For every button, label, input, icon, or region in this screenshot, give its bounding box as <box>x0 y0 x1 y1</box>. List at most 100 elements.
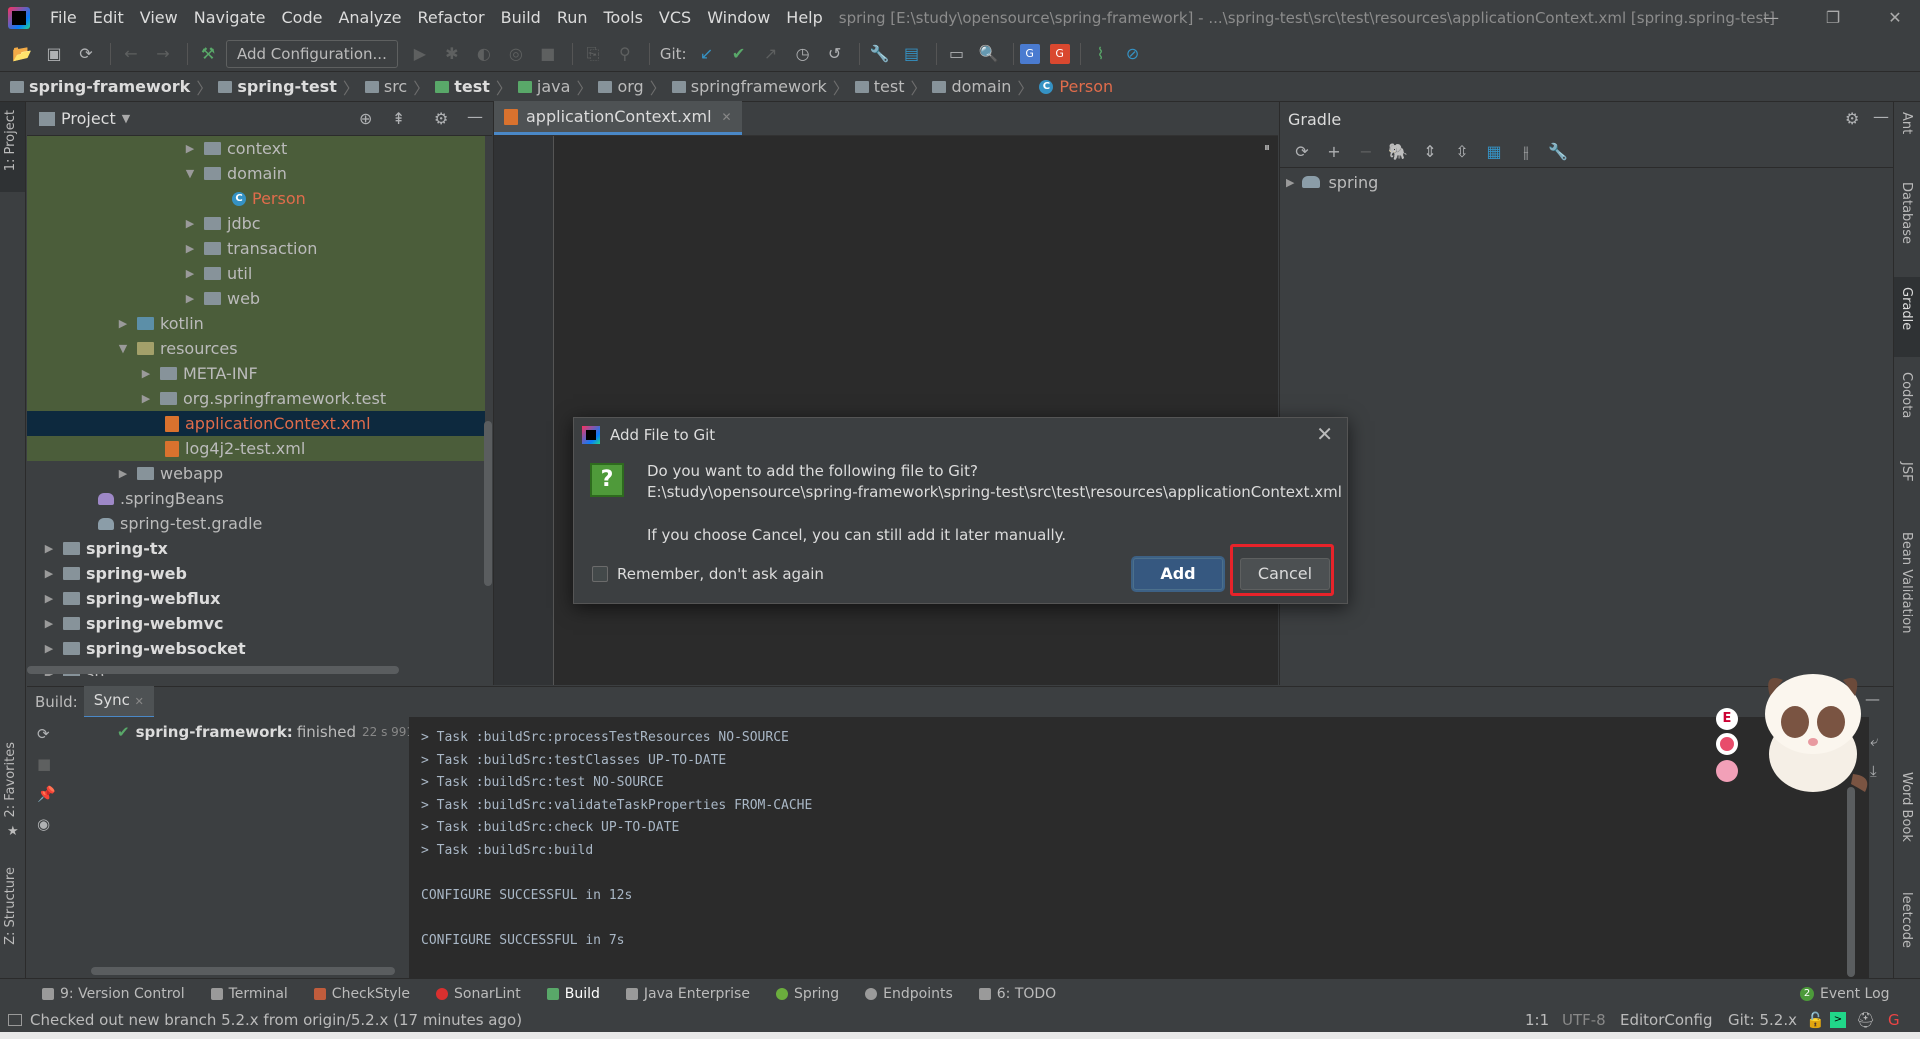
tree-item-org-springframework-test[interactable]: ▶ org.springframework.test <box>27 386 485 411</box>
scroll-to-end-icon[interactable]: ⤓ <box>1870 762 1877 780</box>
close-tab-icon[interactable]: ✕ <box>722 110 732 124</box>
tree-item-transaction[interactable]: ▶ transaction <box>27 236 485 261</box>
menu-refactor[interactable]: Refactor <box>410 0 493 36</box>
tool-tab-java-enterprise[interactable]: Java Enterprise <box>625 986 750 1002</box>
soft-wrap-icon[interactable]: ⤶ <box>1870 732 1878 750</box>
tool-tab-endpoints[interactable]: Endpoints <box>865 986 953 1002</box>
lock-icon[interactable]: 🔓 <box>1806 1011 1825 1029</box>
hide-panel-icon[interactable]: — <box>1873 107 1889 126</box>
tree-item-kotlin[interactable]: ▶ kotlin <box>27 311 485 336</box>
search-icon[interactable]: 🔍 <box>975 40 1003 68</box>
back-icon[interactable]: ← <box>117 40 145 68</box>
pause-icon[interactable]: ⏸ <box>1264 140 1270 155</box>
breadcrumb-item[interactable]: spring-test <box>218 77 337 96</box>
tool-tab-sonarlint[interactable]: SonarLint <box>436 986 521 1002</box>
tree-item-log4j2-test-xml[interactable]: log4j2-test.xml <box>27 436 485 461</box>
build-hammer-icon[interactable]: ⚒ <box>194 40 222 68</box>
hide-panel-icon[interactable]: — <box>467 107 483 126</box>
expand-arrow-icon[interactable]: ▶ <box>138 392 154 405</box>
tree-item-spring-web[interactable]: ▶ spring-web <box>27 561 485 586</box>
gear-icon[interactable]: ⚙ <box>434 109 448 128</box>
tree-item-context[interactable]: ▶ context <box>27 136 485 161</box>
chevron-down-icon[interactable]: ▼ <box>122 112 130 125</box>
eye-icon[interactable]: ◉ <box>37 815 50 833</box>
git-rollback-icon[interactable]: ↺ <box>821 40 849 68</box>
search-everywhere-icon[interactable]: ⚲ <box>611 40 639 68</box>
expand-arrow-icon[interactable]: ▼ <box>182 167 198 180</box>
stop-icon[interactable]: ■ <box>534 40 562 68</box>
minimize-icon[interactable]: — <box>1748 0 1794 36</box>
tree-item-web[interactable]: ▶ web <box>27 286 485 311</box>
record-icon[interactable] <box>1716 733 1738 755</box>
hector-icon[interactable]: ⛑ <box>1856 1011 1875 1029</box>
breadcrumb-item[interactable]: src <box>364 77 407 96</box>
tool-tab-checkstyle[interactable]: CheckStyle <box>313 986 410 1002</box>
expand-all-icon[interactable]: ⇕ <box>1416 138 1444 166</box>
tool-tab-favorites[interactable]: 2: Favorites <box>3 742 18 818</box>
menu-tools[interactable]: Tools <box>596 0 651 36</box>
collapse-all-icon[interactable]: ⇳ <box>1448 138 1476 166</box>
terminal-plugin-icon[interactable]: > <box>1830 1012 1846 1028</box>
tree-item-spring-webflux[interactable]: ▶ spring-webflux <box>27 586 485 611</box>
add-button[interactable]: Add <box>1133 558 1223 590</box>
git-commit-icon[interactable]: ✔ <box>725 40 753 68</box>
horizontal-scrollbar[interactable] <box>27 666 399 674</box>
plugin-e-icon[interactable]: E <box>1716 708 1738 730</box>
tree-item-person[interactable]: C Person <box>27 186 485 211</box>
debug-icon[interactable]: ✱ <box>438 40 466 68</box>
gear-icon[interactable]: ⚙ <box>1845 109 1859 128</box>
tool-tab-database[interactable]: Database <box>1899 182 1914 244</box>
git-branch[interactable]: Git: 5.2.x <box>1728 1011 1797 1029</box>
remember-checkbox-label[interactable]: Remember, don't ask again <box>617 565 824 583</box>
terminal-icon[interactable]: ▭ <box>943 40 971 68</box>
add-icon[interactable]: + <box>1320 138 1348 166</box>
open-folder-icon[interactable]: 📂 <box>8 40 36 68</box>
tool-tab-ant[interactable]: Ant <box>1899 112 1914 134</box>
flower-icon[interactable] <box>1716 760 1738 782</box>
tool-tab-spring[interactable]: Spring <box>775 986 839 1002</box>
expand-arrow-icon[interactable]: ▶ <box>41 617 57 630</box>
breadcrumb-item[interactable]: C Person <box>1039 77 1113 96</box>
horizontal-scrollbar[interactable] <box>91 967 395 975</box>
vertical-scrollbar[interactable] <box>484 421 492 586</box>
stop-icon[interactable]: ■ <box>37 755 51 773</box>
tool-tab-terminal[interactable]: Terminal <box>210 986 288 1002</box>
tool-tab-gradle[interactable]: Gradle <box>1899 287 1914 330</box>
breadcrumb-item[interactable]: domain <box>932 77 1011 96</box>
tree-item-util[interactable]: ▶ util <box>27 261 485 286</box>
tree-item-spring-test-gradle[interactable]: spring-test.gradle <box>27 511 485 536</box>
menu-edit[interactable]: Edit <box>85 0 132 36</box>
disable-icon[interactable]: ⊘ <box>1119 40 1147 68</box>
tree-item-domain[interactable]: ▼ domain <box>27 161 485 186</box>
git-update-icon[interactable]: ↙ <box>693 40 721 68</box>
project-panel-title[interactable]: Project <box>61 109 116 128</box>
settings-wrench-icon[interactable]: 🔧 <box>866 40 894 68</box>
google-icon[interactable]: G <box>1888 1011 1900 1029</box>
editor-tab-applicationcontext[interactable]: applicationContext.xml ✕ <box>494 101 742 135</box>
tool-tab-event-log[interactable]: 2 Event Log <box>1800 986 1890 1002</box>
google-translate-icon[interactable]: G <box>1049 43 1070 64</box>
tree-item-webapp[interactable]: ▶ webapp <box>27 461 485 486</box>
menu-file[interactable]: File <box>42 0 85 36</box>
add-configuration-button[interactable]: Add Configuration... <box>226 39 398 68</box>
tree-item-jdbc[interactable]: ▶ jdbc <box>27 211 485 236</box>
tree-item-springbeans[interactable]: .springBeans <box>27 486 485 511</box>
expand-arrow-icon[interactable]: ▶ <box>182 267 198 280</box>
git-history-icon[interactable]: ◷ <box>789 40 817 68</box>
menu-vcs[interactable]: VCS <box>651 0 699 36</box>
breadcrumb-item[interactable]: java <box>517 77 570 96</box>
caret-position[interactable]: 1:1 <box>1525 1011 1549 1029</box>
expand-arrow-icon[interactable]: ▶ <box>115 467 131 480</box>
locate-icon[interactable]: ⊕ <box>359 109 372 128</box>
expand-arrow-icon[interactable]: ▶ <box>41 592 57 605</box>
tool-tab-build[interactable]: Build <box>546 986 600 1002</box>
build-task-row[interactable]: ✔ spring-framework: finished 22 s 991 ms <box>117 723 436 741</box>
tree-item-applicationcontext-xml[interactable]: applicationContext.xml <box>27 411 485 436</box>
expand-arrow-icon[interactable]: ▶ <box>115 317 131 330</box>
gradle-task-icon[interactable]: 🐘 <box>1384 138 1412 166</box>
gradle-root-item[interactable]: ▶ spring <box>1280 168 1893 196</box>
tree-item-meta-inf[interactable]: ▶ META-INF <box>27 361 485 386</box>
run-icon[interactable]: ▶ <box>406 40 434 68</box>
menu-view[interactable]: View <box>132 0 186 36</box>
statistic-icon[interactable]: ⌇ <box>1087 40 1115 68</box>
